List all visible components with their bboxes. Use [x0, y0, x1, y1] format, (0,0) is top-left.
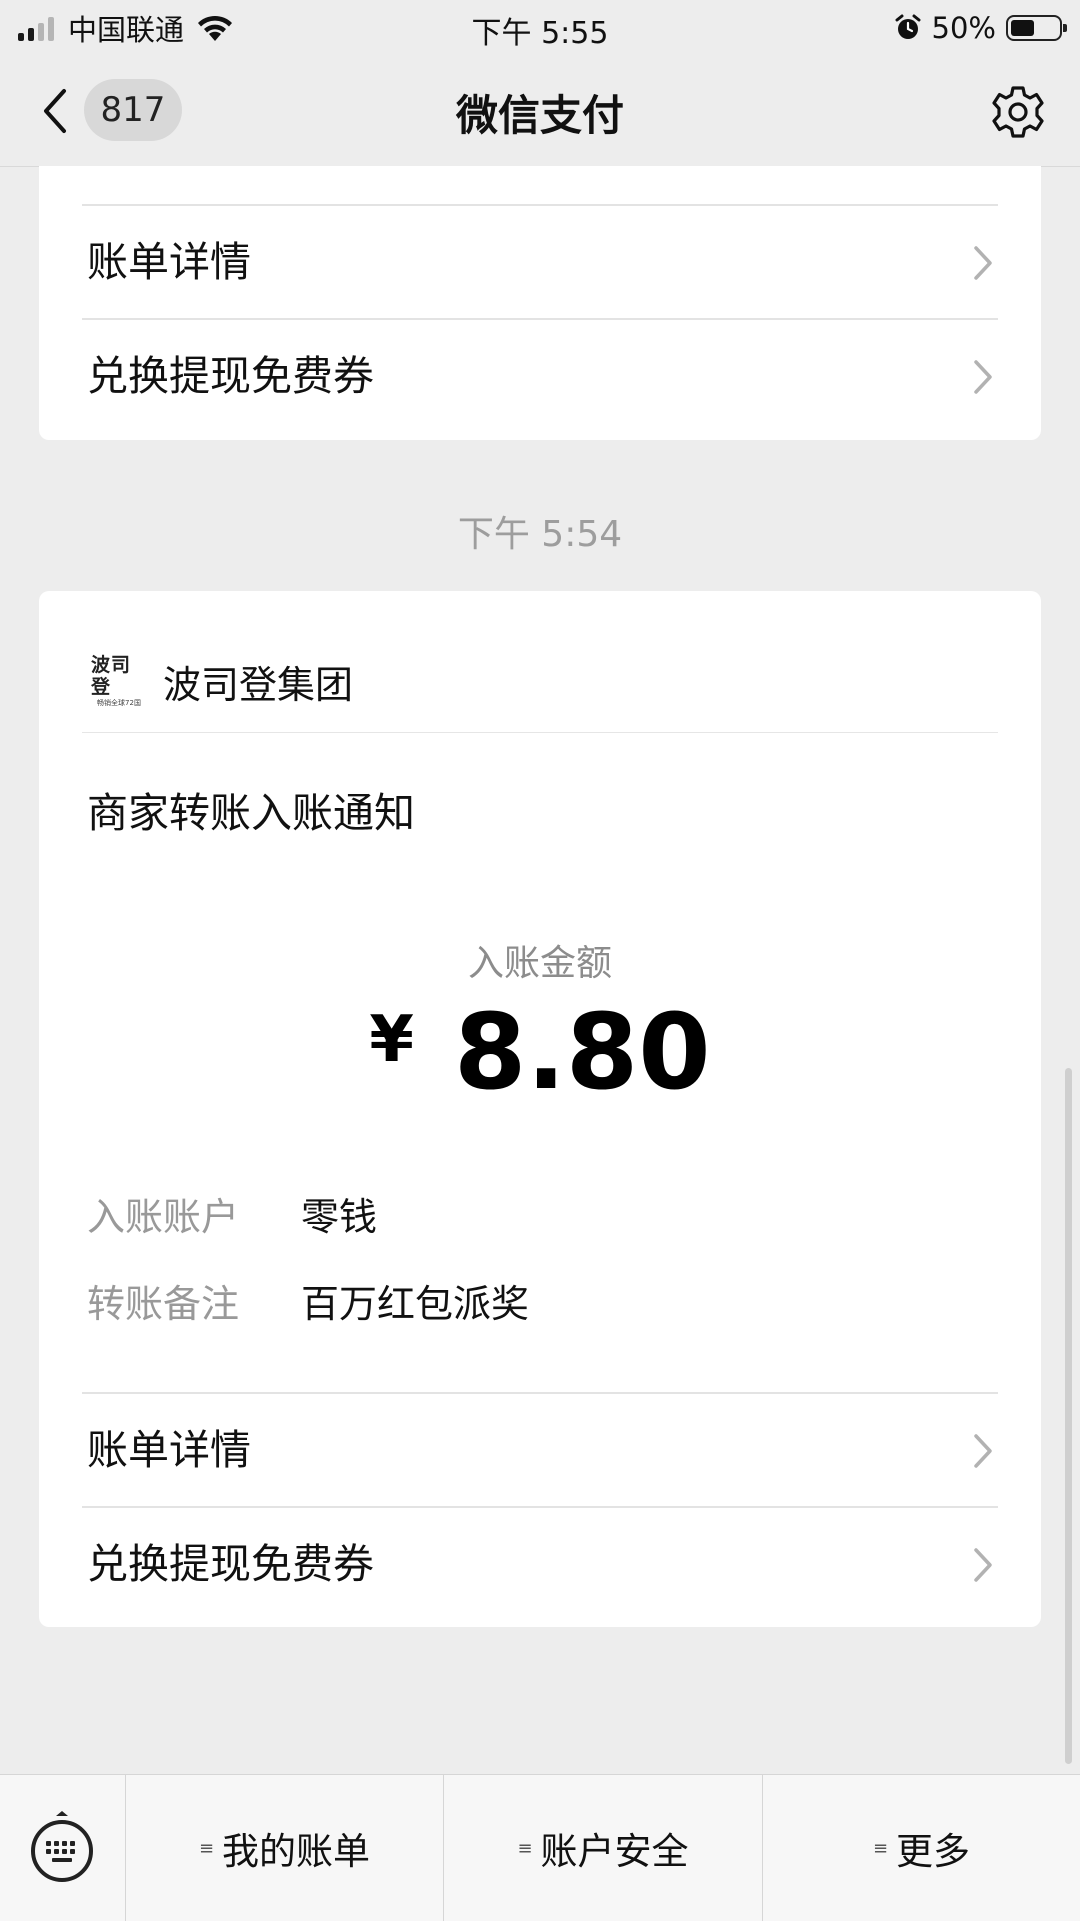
battery-fill: [1011, 20, 1034, 36]
nav-bar: 817 微信支付: [0, 56, 1080, 167]
amount: ¥8.80: [39, 991, 1041, 1113]
page-title: 微信支付: [455, 91, 624, 140]
row-label: 账单详情: [87, 238, 251, 286]
merchant-logo: 波司登 畅销全球72国: [91, 654, 141, 707]
merchant-header[interactable]: 波司登 畅销全球72国 波司登集团: [91, 631, 353, 731]
detail-value: 零钱: [301, 1195, 378, 1239]
menu-label: 我的账单: [222, 1830, 371, 1873]
detail-account: 入账账户 零钱: [87, 1186, 377, 1241]
chevron-right-icon: [974, 246, 992, 280]
bill-details-row[interactable]: 账单详情: [82, 204, 998, 320]
withdraw-coupon-row[interactable]: 兑换提现免费券: [82, 318, 998, 434]
status-right: 50%: [894, 8, 1067, 48]
menu-label: 更多: [896, 1830, 971, 1873]
bottom-menu-bar: ≡ 我的账单 ≡ 账户安全 ≡ 更多: [0, 1774, 1080, 1921]
menu-label: 账户安全: [540, 1830, 689, 1873]
menu-icon: ≡: [517, 1837, 533, 1859]
detail-value: 百万红包派奖: [301, 1282, 530, 1326]
keyboard-toggle-button[interactable]: [0, 1775, 126, 1921]
detail-remark: 转账备注 百万红包派奖: [87, 1273, 529, 1328]
battery-percent: 50%: [931, 11, 996, 45]
keyboard-icon: [31, 1811, 93, 1882]
menu-more[interactable]: ≡ 更多: [763, 1775, 1080, 1921]
currency-symbol: ¥: [369, 1003, 414, 1077]
withdraw-coupon-row[interactable]: 兑换提现免费券: [82, 1506, 998, 1622]
chevron-right-icon: [974, 1548, 992, 1582]
amount-label: 入账金额: [467, 943, 612, 984]
divider: [82, 732, 998, 733]
menu-icon: ≡: [872, 1837, 889, 1859]
detail-key: 入账账户: [87, 1195, 240, 1239]
row-label: 兑换提现免费券: [87, 1540, 374, 1588]
notice-title: 商家转账入账通知: [87, 789, 415, 837]
status-bar: 中国联通 下午 5:55 50%: [0, 0, 1080, 56]
merchant-name: 波司登集团: [163, 662, 354, 707]
bill-details-row[interactable]: 账单详情: [82, 1392, 998, 1508]
menu-my-bills[interactable]: ≡ 我的账单: [126, 1775, 444, 1921]
gear-icon[interactable]: [990, 84, 1046, 140]
alarm-icon: [895, 14, 921, 39]
scrollbar[interactable]: [1065, 1068, 1072, 1764]
chevron-right-icon: [974, 1434, 992, 1468]
menu-icon: ≡: [198, 1837, 215, 1859]
menu-account-security[interactable]: ≡ 账户安全: [444, 1775, 763, 1921]
message-timestamp: 下午 5:54: [457, 514, 623, 555]
row-label: 账单详情: [87, 1426, 251, 1474]
transfer-notice-card: 波司登 畅销全球72国 波司登集团 商家转账入账通知 入账金额 ¥8.80 入账…: [39, 591, 1041, 1627]
detail-key: 转账备注: [87, 1282, 240, 1326]
previous-message-card: 账单详情 兑换提现免费券: [39, 166, 1041, 440]
battery-icon: [1006, 15, 1067, 41]
chevron-right-icon: [974, 360, 992, 394]
row-label: 兑换提现免费券: [87, 352, 374, 400]
amount-value: 8.80: [453, 991, 711, 1113]
